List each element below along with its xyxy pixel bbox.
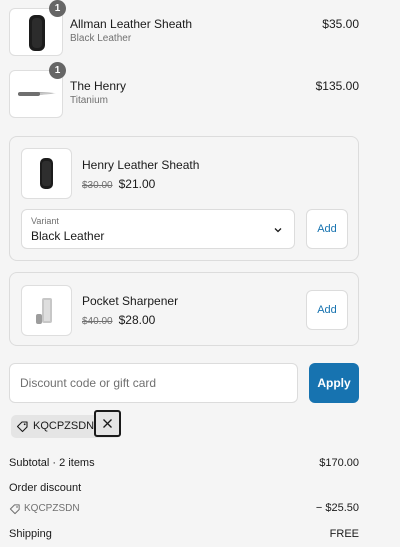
shipping-value: FREE [329, 528, 359, 540]
apply-button[interactable]: Apply [309, 363, 359, 403]
sharpener-image [36, 298, 52, 324]
upsell-card: Henry Leather Sheath $30.00 $21.00 Varian… [9, 136, 359, 261]
order-discount-code: KQCPZSDN [24, 503, 80, 514]
line-item-title: The Henry [70, 79, 127, 93]
quantity-badge: 1 [49, 0, 66, 17]
chevron-down-icon [274, 228, 282, 233]
variant-select-label: Variant [31, 216, 59, 226]
compare-price: $30.00 [82, 180, 113, 191]
order-discount-label: Order discount [9, 482, 82, 494]
variant-select-value: Black Leather [31, 229, 105, 243]
upsell-thumbnail [21, 148, 72, 199]
remove-discount-button[interactable] [94, 410, 121, 437]
add-button[interactable]: Add [306, 209, 348, 249]
order-discount-value: − $25.50 [315, 502, 359, 514]
line-item-title: Allman Leather Sheath [70, 17, 193, 31]
upsell-card: Pocket Sharpener $40.00 $28.00 Add [9, 272, 359, 346]
add-button[interactable]: Add [306, 290, 348, 330]
sale-price: $28.00 [118, 313, 156, 327]
tag-icon [9, 504, 20, 515]
close-icon [103, 419, 112, 428]
sale-price: $21.00 [118, 177, 156, 191]
subtotal-value: $170.00 [319, 457, 359, 469]
line-item-variant: Black Leather [70, 33, 132, 44]
compare-price: $40.00 [82, 316, 113, 327]
discount-code-input[interactable] [9, 363, 298, 403]
quantity-badge: 1 [49, 62, 66, 79]
tag-icon [16, 421, 28, 433]
variant-select[interactable]: Variant Black Leather [21, 209, 295, 249]
line-item-price: $35.00 [322, 17, 359, 31]
line-item-price: $135.00 [315, 79, 359, 93]
applied-discount-code: KQCPZSDN [33, 420, 95, 432]
shipping-label: Shipping [9, 528, 52, 540]
upsell-title: Henry Leather Sheath [82, 158, 200, 172]
upsell-thumbnail [21, 285, 72, 336]
upsell-price-row: $40.00 $28.00 [82, 311, 155, 329]
upsell-title: Pocket Sharpener [82, 294, 179, 308]
subtotal-label: Subtotal · 2 items [9, 457, 95, 469]
upsell-price-row: $30.00 $21.00 [82, 175, 155, 193]
sheath-image [40, 158, 53, 189]
line-item-variant: Titanium [70, 95, 108, 106]
